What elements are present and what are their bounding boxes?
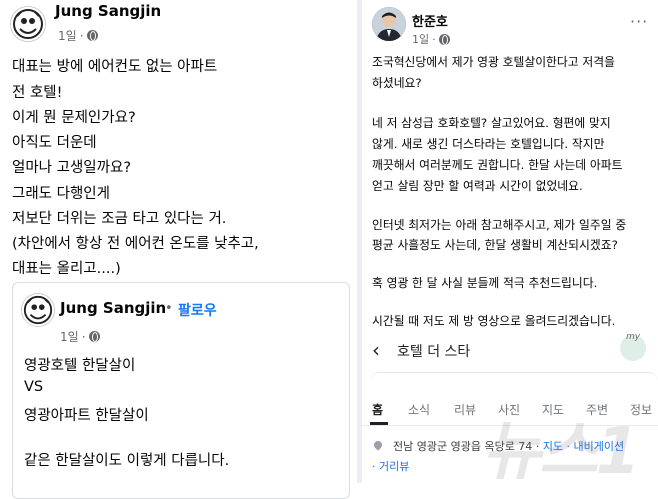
post-text-line: 시간될 때 저도 제 방 영상으로 올려드리겠습니다. [372,314,616,328]
post-text-line: 조국혁신당에서 제가 영광 호텔살이한다고 저격을 [372,55,615,69]
post-text-line: 대표는 올리고....) [12,261,121,277]
author-avatar[interactable] [372,7,406,41]
post-meta: 1일 · [58,27,98,44]
my-profile-icon[interactable]: my [620,332,646,361]
map-place-header: ‹ 호텔 더 스타 my [362,332,658,374]
shared-post-card[interactable]: Jung Sangjin • 팔로우 1일 · 영광호텔 한달살이 VS 영광아… [12,282,350,499]
location-pin-icon [372,439,384,451]
post-text-line: 얻고 살림 장만 할 여력과 시간이 없었네요. [372,179,583,193]
shared-text-line: 영광아파트 한달살이 [24,408,149,424]
separator-dot: • [165,301,173,316]
tab-news[interactable]: 소식 [408,401,430,418]
post-text-line: 평균 사흘정도 사는데, 한달 생활비 계산되시겠죠? [372,238,618,252]
post-text-line: (차안에서 항상 전 에어컨 온도를 낮추고, [12,236,259,252]
globe-icon [88,331,100,342]
post-text-line: 인터넷 최저가는 아래 참고해주시고, 제가 일주일 중 [372,218,627,232]
post-text-line: 이게 뭔 문제인가요? [12,110,136,126]
shared-author-name[interactable]: Jung Sangjin [60,299,166,317]
shared-post-time[interactable]: 1일 [60,328,79,345]
shared-text-line: 같은 한달살이도 이렇게 다릅니다. [24,453,230,469]
post-text-line: 얼마나 고생일까요? [12,160,132,176]
left-post: Jung Sangjin 1일 · 대표는 방에 에어컨도 없는 아파트 전 호… [0,0,357,499]
post-text-line: 그래도 다행인게 [12,186,110,202]
tab-home[interactable]: 홈 [372,401,383,418]
post-text-line: 저보단 더위는 조금 타고 있다는 거. [12,211,227,227]
globe-icon [86,30,98,41]
street-view-link[interactable]: · 거리뷰 [372,458,409,474]
right-post: 한준호 1일 · ··· 조국혁신당에서 제가 영광 호텔살이한다고 저격을 하… [362,0,658,489]
post-text-line: 하셨네요? [372,76,422,90]
active-tab-indicator [370,422,388,425]
more-options-icon[interactable]: ··· [630,12,648,31]
post-text-line: 아직도 더운데 [12,135,97,151]
post-text-line: 대표는 방에 에어컨도 없는 아파트 [12,59,218,75]
map-search-bar[interactable] [370,372,658,391]
my-badge-label: my [626,332,641,342]
author-avatar[interactable] [10,6,46,42]
back-arrow-icon[interactable]: ‹ [372,338,380,362]
follow-button[interactable]: 팔로우 [178,300,217,320]
place-title: 호텔 더 스타 [397,344,471,360]
post-time[interactable]: 1일 [412,31,429,47]
tab-reviews[interactable]: 리뷰 [454,401,476,418]
globe-icon [438,33,450,45]
post-text-line: 전 호텔! [12,85,63,101]
news-watermark: 뉴스1 [482,415,640,489]
post-time[interactable]: 1일 [58,27,77,44]
author-name[interactable]: 한준호 [412,11,448,30]
post-text-line: 않게. 새로 생긴 더스타라는 호텔입니다. 작지만 [372,137,605,151]
post-text-line: 깨끗해서 여러분께도 권합니다. 한달 사는데 아파트 [372,158,623,172]
shared-text-line: VS [24,379,44,395]
post-text-line: 네 저 삼성급 호화호텔? 살고있어요. 형편에 맞지 [372,116,611,130]
shared-author-avatar[interactable] [21,293,55,327]
post-meta: 1일 · [412,31,450,47]
shared-post-meta: 1일 · [60,328,100,345]
shared-text-line: 영광호텔 한달살이 [24,358,136,374]
author-name[interactable]: Jung Sangjin [55,2,161,20]
post-text-line: 혹 영광 한 달 사실 분들께 적극 추천드립니다. [372,276,598,290]
